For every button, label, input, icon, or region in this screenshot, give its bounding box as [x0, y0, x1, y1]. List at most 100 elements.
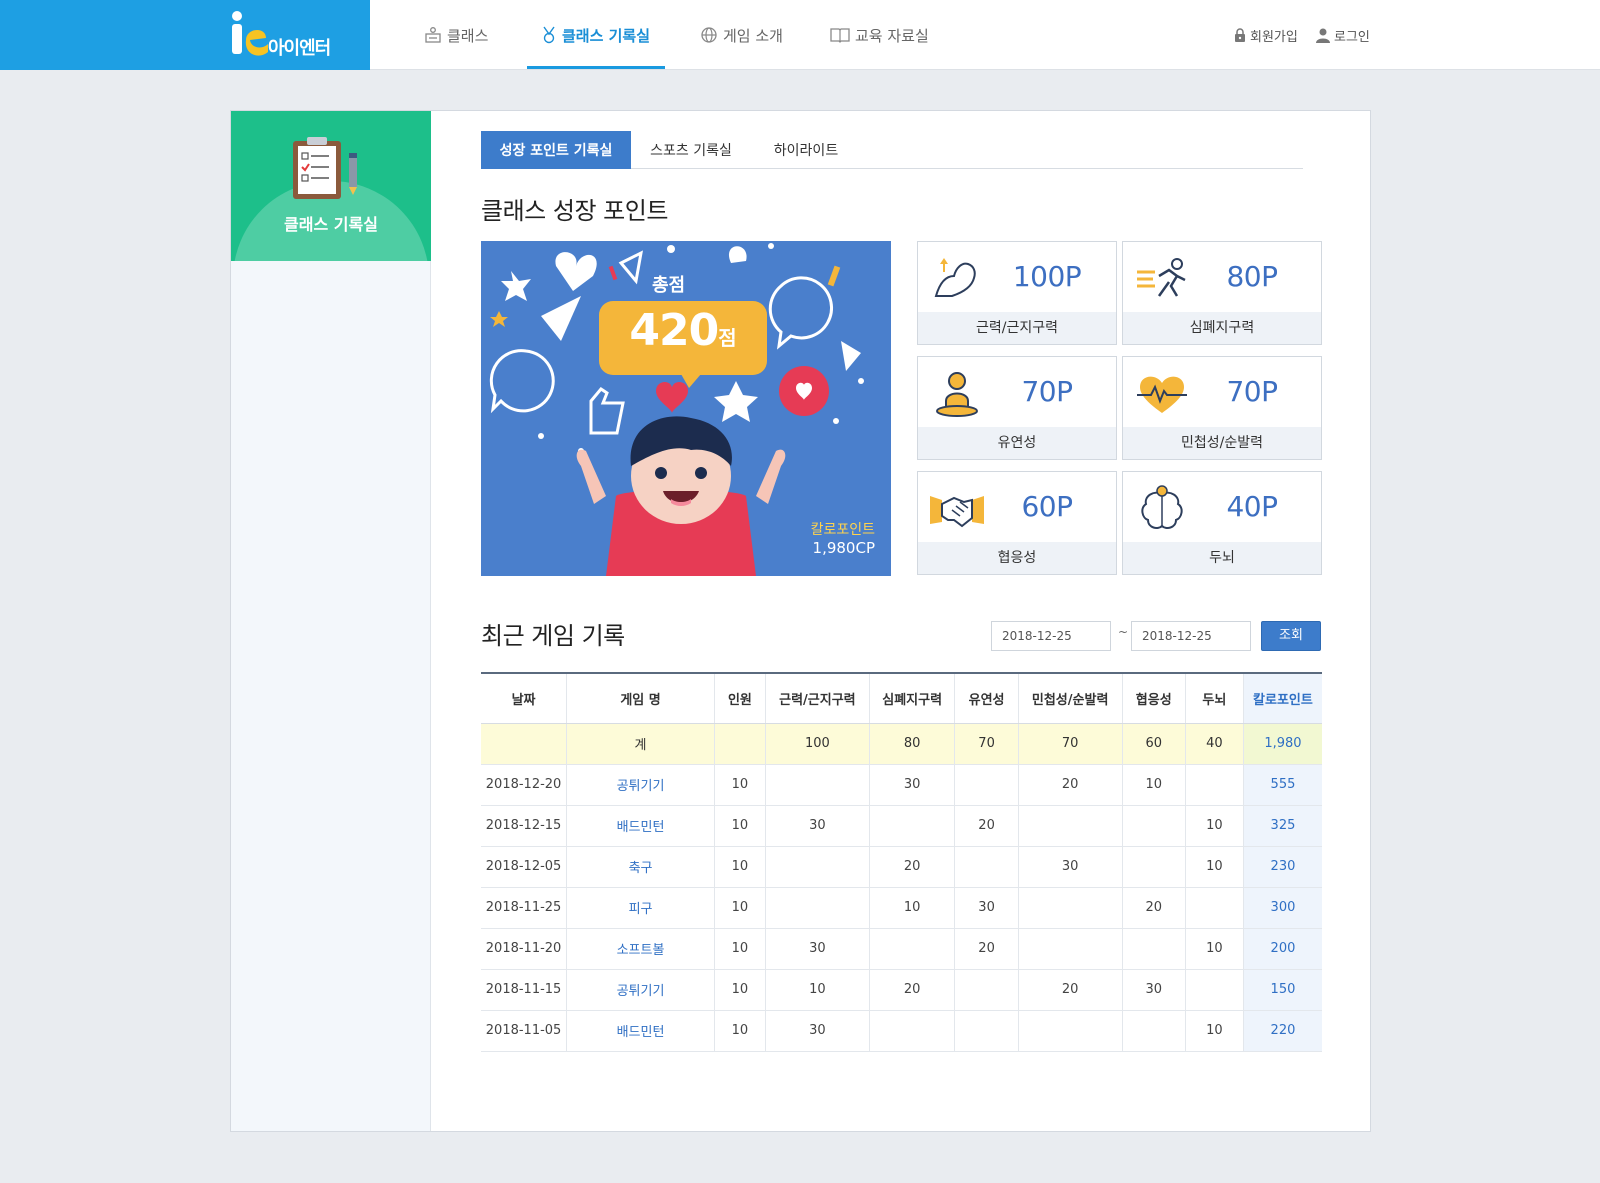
- table-cell: 30: [765, 805, 870, 847]
- table-cell: 150: [1243, 969, 1322, 1011]
- table-cell: 230: [1243, 846, 1322, 888]
- table-cell: [1018, 805, 1123, 847]
- column-header: 민첩성/순발력: [1018, 672, 1123, 724]
- table-cell: [1018, 1010, 1123, 1052]
- table-cell: [869, 1010, 956, 1052]
- table-cell: 10: [714, 969, 766, 1011]
- column-header: 칼로포인트: [1243, 672, 1322, 724]
- stat-label: 근력/근지구력: [918, 312, 1116, 344]
- lock-icon: [1235, 27, 1245, 42]
- tab-sports-records[interactable]: 스포츠 기록실: [631, 131, 751, 169]
- table-cell: 555: [1243, 764, 1322, 806]
- signup-link[interactable]: 회원가입: [1234, 0, 1298, 70]
- table-cell: [954, 764, 1019, 806]
- table-cell: 30: [869, 764, 956, 806]
- table-cell: 30: [765, 928, 870, 970]
- stat-card-endurance: 80P 심폐지구력: [1122, 241, 1322, 345]
- table-row[interactable]: 2018-11-05 배드민턴 10 30 10 220: [481, 1010, 1322, 1052]
- game-name-link[interactable]: 배드민턴: [566, 805, 715, 847]
- table-cell: 10: [1185, 1010, 1244, 1052]
- stat-label: 심폐지구력: [1123, 312, 1321, 344]
- bubble-tail: [681, 374, 701, 388]
- nav-item-class-records[interactable]: 클래스 기록실: [541, 0, 650, 70]
- column-header: 유연성: [954, 672, 1019, 724]
- table-cell: 10: [714, 846, 766, 888]
- column-header: 게임 명: [566, 672, 715, 724]
- table-cell: [954, 846, 1019, 888]
- game-name-link[interactable]: 피구: [566, 887, 715, 929]
- table-row[interactable]: 2018-11-20 소프트볼 10 30 20 10 200: [481, 928, 1322, 970]
- table-cell: 20: [869, 969, 956, 1011]
- calorie-point-label: 칼로포인트: [810, 522, 875, 538]
- table-row[interactable]: 2018-12-05 축구 10 20 30 10 230: [481, 846, 1322, 888]
- date-to-input[interactable]: 2018-12-25: [1131, 621, 1251, 651]
- table-row[interactable]: 2018-11-15 공튀기기 10 10 20 20 30 150: [481, 969, 1322, 1011]
- nav-item-edu-materials[interactable]: 교육 자료실: [830, 0, 929, 70]
- table-cell: [1122, 928, 1186, 970]
- table-cell: 2018-11-05: [481, 1010, 568, 1052]
- table-row[interactable]: 2018-12-15 배드민턴 10 30 20 10 325: [481, 805, 1322, 847]
- heartbeat-icon: [1137, 376, 1187, 413]
- column-header: 인원: [714, 672, 766, 724]
- logo[interactable]: 아이엔터: [0, 0, 370, 70]
- handshake-icon: [930, 496, 984, 528]
- table-cell: 2018-12-05: [481, 846, 568, 888]
- table-cell: 계: [566, 723, 715, 765]
- stat-value: 70P: [1021, 375, 1073, 408]
- nav-label: 게임 소개: [723, 26, 783, 45]
- table-header-row: 날짜 게임 명 인원 근력/근지구력 심폐지구력 유연성 민첩성/순발력 협응성…: [481, 672, 1322, 724]
- game-name-link[interactable]: 공튀기기: [566, 969, 715, 1011]
- tab-highlights[interactable]: 하이라이트: [751, 131, 861, 169]
- table-cell: 10: [869, 887, 956, 929]
- tab-growth-points[interactable]: 성장 포인트 기록실: [481, 131, 631, 169]
- table-cell: 10: [714, 764, 766, 806]
- table-cell: [954, 969, 1019, 1011]
- nav-item-game-intro[interactable]: 게임 소개: [700, 0, 783, 70]
- stat-card-coordination: 60P 협응성: [917, 471, 1117, 575]
- stat-card-agility: 70P 민첩성/순발력: [1122, 356, 1322, 460]
- nav-item-class[interactable]: 클래스: [424, 0, 488, 70]
- record-tabs: 성장 포인트 기록실 스포츠 기록실 하이라이트: [481, 131, 1303, 169]
- table-cell: 30: [1122, 969, 1186, 1011]
- table-cell: [481, 723, 568, 765]
- date-separator: ~: [1118, 625, 1129, 639]
- table-cell: 100: [765, 723, 870, 765]
- table-row[interactable]: 2018-12-20 공튀기기 10 30 20 10 555: [481, 764, 1322, 806]
- game-name-link[interactable]: 소프트볼: [566, 928, 715, 970]
- growth-section-title: 클래스 성장 포인트: [481, 197, 668, 225]
- nav-active-indicator: [527, 66, 665, 69]
- globe-icon: [701, 27, 717, 43]
- logo-text: 아이엔터: [268, 38, 331, 59]
- muscle-icon: [934, 258, 976, 297]
- table-cell: 20: [869, 846, 956, 888]
- game-name-link[interactable]: 축구: [566, 846, 715, 888]
- total-score-unit: 점: [718, 326, 737, 350]
- total-row: 계 100 80 70 70 60 40 1,980: [481, 723, 1322, 765]
- game-name-link[interactable]: 공튀기기: [566, 764, 715, 806]
- column-header: 날짜: [481, 672, 568, 724]
- calorie-point-value: 1,980CP: [812, 539, 875, 557]
- table-cell: 70: [1018, 723, 1123, 765]
- table-cell: 2018-11-15: [481, 969, 568, 1011]
- nav-label: 클래스 기록실: [562, 26, 651, 45]
- stat-card-flexibility: 70P 유연성: [917, 356, 1117, 460]
- table-cell: 10: [1185, 846, 1244, 888]
- login-link[interactable]: 로그인: [1316, 0, 1370, 70]
- table-cell: 10: [765, 969, 870, 1011]
- table-cell: 1,980: [1243, 723, 1322, 765]
- table-cell: 20: [1018, 969, 1123, 1011]
- table-cell: 20: [1018, 764, 1123, 806]
- user-icon: [1316, 28, 1330, 43]
- table-cell: 20: [954, 928, 1019, 970]
- table-cell: [1185, 887, 1244, 929]
- game-name-link[interactable]: 배드민턴: [566, 1010, 715, 1052]
- sidebar: 클래스 기록실: [231, 111, 431, 1131]
- table-cell: [869, 805, 956, 847]
- table-cell: [869, 928, 956, 970]
- search-button[interactable]: 조회: [1261, 621, 1321, 651]
- total-score-value: 420: [629, 305, 719, 356]
- table-body: 계 100 80 70 70 60 40 1,980 2018-12-20 공튀기…: [481, 723, 1322, 1052]
- date-from-input[interactable]: 2018-12-25: [991, 621, 1111, 651]
- table-cell: [1122, 1010, 1186, 1052]
- table-row[interactable]: 2018-11-25 피구 10 10 30 20 300: [481, 887, 1322, 929]
